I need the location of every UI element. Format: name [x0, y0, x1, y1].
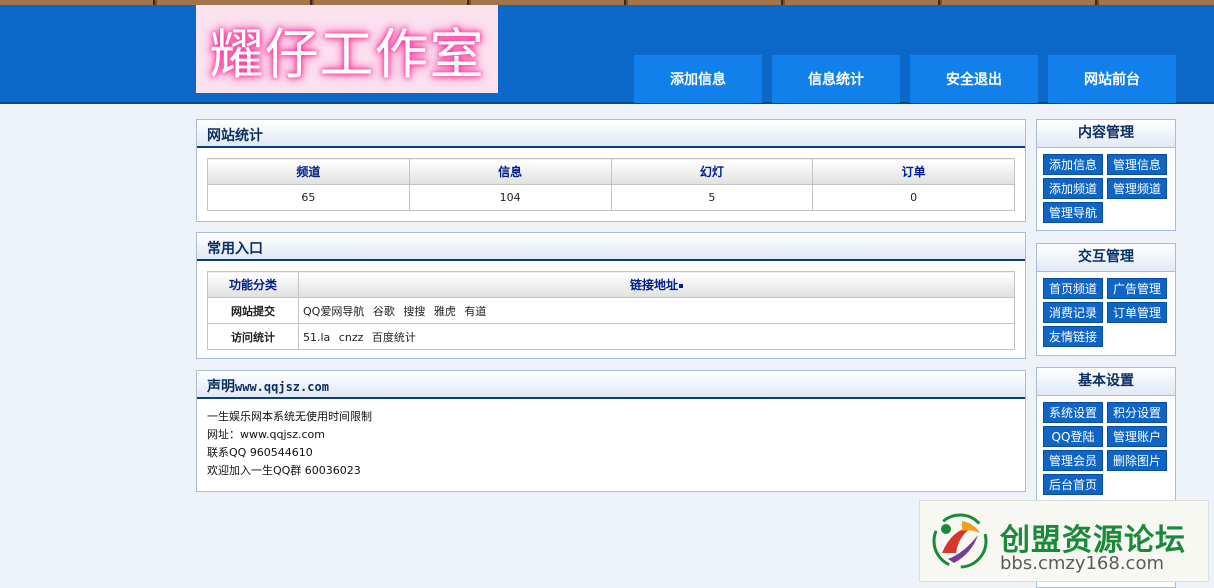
- channel-count: 65: [207, 184, 410, 211]
- forum-logo-icon: [932, 513, 988, 569]
- sidebar-content-management: 内容管理 添加信息 管理信息 添加频道 管理频道 管理导航: [1036, 119, 1176, 231]
- add-info-button[interactable]: 添加信息: [1043, 154, 1103, 175]
- nav-logout-button[interactable]: 安全退出: [910, 55, 1038, 103]
- notice-body: 一生娱乐网本系统无使用时间限制 网址：www.qqjsz.com 联系QQ 96…: [197, 399, 1025, 489]
- common-entry-title: 常用入口: [197, 233, 1025, 261]
- common-entry-panel: 常用入口 功能分类 链接地址 网站提交 QQ爱网导航 谷歌 搜搜 雅虎 有道 访…: [196, 232, 1026, 359]
- system-settings-button[interactable]: 系统设置: [1043, 402, 1103, 423]
- forum-watermark: 创盟资源论坛 bbs.cmzy168.com: [919, 500, 1209, 582]
- notice-line: 联系QQ 960544610: [207, 446, 313, 459]
- col-category: 功能分类: [207, 271, 299, 298]
- link-yahoo[interactable]: 雅虎: [434, 305, 456, 318]
- manage-info-button[interactable]: 管理信息: [1107, 154, 1167, 175]
- sidebar-title: 基本设置: [1037, 368, 1175, 396]
- site-stats-table: 频道 信息 幻灯 订单 65 104 5 0: [207, 158, 1015, 211]
- table-row: 访问统计 51.la cnzz 百度统计: [207, 323, 1015, 350]
- notice-line: 一生娱乐网本系统无使用时间限制: [207, 410, 372, 423]
- link-list: QQ爱网导航 谷歌 搜搜 雅虎 有道: [298, 297, 1015, 324]
- sidebar-title: 内容管理: [1037, 120, 1175, 148]
- sidebar-interaction-management: 交互管理 首页频道 广告管理 消费记录 订单管理 友情链接: [1036, 243, 1176, 356]
- manage-account-button[interactable]: 管理账户: [1107, 426, 1167, 447]
- notice-title-site: www.qqjsz.com: [235, 380, 329, 394]
- orders-count: 0: [812, 184, 1015, 211]
- notice-line: 欢迎加入一生QQ群 60036023: [207, 464, 361, 477]
- manage-members-button[interactable]: 管理会员: [1043, 450, 1103, 471]
- manage-nav-button[interactable]: 管理导航: [1043, 202, 1103, 223]
- qq-login-button[interactable]: QQ登陆: [1043, 426, 1103, 447]
- order-management-button[interactable]: 订单管理: [1107, 302, 1167, 323]
- info-count: 104: [408, 184, 612, 211]
- col-orders: 订单: [812, 158, 1015, 185]
- sidebar-buttons: 添加信息 管理信息 添加频道 管理频道 管理导航: [1037, 148, 1175, 225]
- table-header-row: 功能分类 链接地址: [207, 271, 1015, 298]
- site-logo-text: 耀仔工作室: [209, 22, 485, 86]
- notice-title-label: 声明: [207, 379, 235, 395]
- notice-line: 网址：www.qqjsz.com: [207, 428, 325, 441]
- nav-site-front-button[interactable]: 网站前台: [1048, 55, 1176, 103]
- table-row: 65 104 5 0: [207, 184, 1015, 211]
- common-entry-table: 功能分类 链接地址 网站提交 QQ爱网导航 谷歌 搜搜 雅虎 有道 访问统计 5…: [207, 271, 1015, 350]
- row-label: 访问统计: [207, 323, 299, 350]
- site-stats-panel: 网站统计 频道 信息 幻灯 订单 65 104 5 0: [196, 119, 1026, 222]
- nav-info-stats-button[interactable]: 信息统计: [772, 55, 900, 103]
- sidebar-title: 交互管理: [1037, 244, 1175, 272]
- slides-count: 5: [610, 184, 814, 211]
- link-51la[interactable]: 51.la: [303, 331, 330, 344]
- site-stats-title: 网站统计: [197, 120, 1025, 148]
- site-logo: 耀仔工作室: [196, 5, 498, 93]
- col-link-address: 链接地址: [298, 271, 1015, 298]
- row-label: 网站提交: [207, 297, 299, 324]
- link-youdao[interactable]: 有道: [464, 305, 486, 318]
- watermark-url: bbs.cmzy168.com: [1000, 553, 1165, 574]
- small-square-icon: [679, 283, 683, 288]
- add-channel-button[interactable]: 添加频道: [1043, 178, 1103, 199]
- points-settings-button[interactable]: 积分设置: [1107, 402, 1167, 423]
- nav-add-info-button[interactable]: 添加信息: [634, 55, 762, 103]
- home-channel-button[interactable]: 首页频道: [1043, 278, 1103, 299]
- ad-management-button[interactable]: 广告管理: [1107, 278, 1167, 299]
- link-list: 51.la cnzz 百度统计: [298, 323, 1015, 350]
- link-cnzz[interactable]: cnzz: [339, 331, 364, 344]
- manage-channel-button[interactable]: 管理频道: [1107, 178, 1167, 199]
- header-bar: 耀仔工作室 添加信息 信息统计 安全退出 网站前台: [0, 5, 1214, 104]
- link-google[interactable]: 谷歌: [373, 305, 395, 318]
- table-header-row: 频道 信息 幻灯 订单: [207, 158, 1015, 185]
- friend-links-button[interactable]: 友情链接: [1043, 326, 1103, 347]
- col-slides: 幻灯: [610, 158, 814, 185]
- notice-title: 声明www.qqjsz.com: [197, 371, 1025, 399]
- link-baidu-stats[interactable]: 百度统计: [372, 331, 416, 344]
- table-row: 网站提交 QQ爱网导航 谷歌 搜搜 雅虎 有道: [207, 297, 1015, 324]
- consumption-record-button[interactable]: 消费记录: [1043, 302, 1103, 323]
- col-info: 信息: [408, 158, 612, 185]
- link-soso[interactable]: 搜搜: [403, 305, 425, 318]
- link-qq-nav[interactable]: QQ爱网导航: [303, 305, 364, 318]
- col-link-label: 链接地址: [629, 278, 678, 292]
- col-channel: 频道: [207, 158, 410, 185]
- sidebar-buttons: 系统设置 积分设置 QQ登陆 管理账户 管理会员 删除图片 后台首页: [1037, 396, 1175, 497]
- admin-home-button[interactable]: 后台首页: [1043, 474, 1103, 495]
- sidebar-buttons: 首页频道 广告管理 消费记录 订单管理 友情链接: [1037, 272, 1175, 349]
- notice-panel: 声明www.qqjsz.com 一生娱乐网本系统无使用时间限制 网址：www.q…: [196, 370, 1026, 492]
- delete-images-button[interactable]: 删除图片: [1107, 450, 1167, 471]
